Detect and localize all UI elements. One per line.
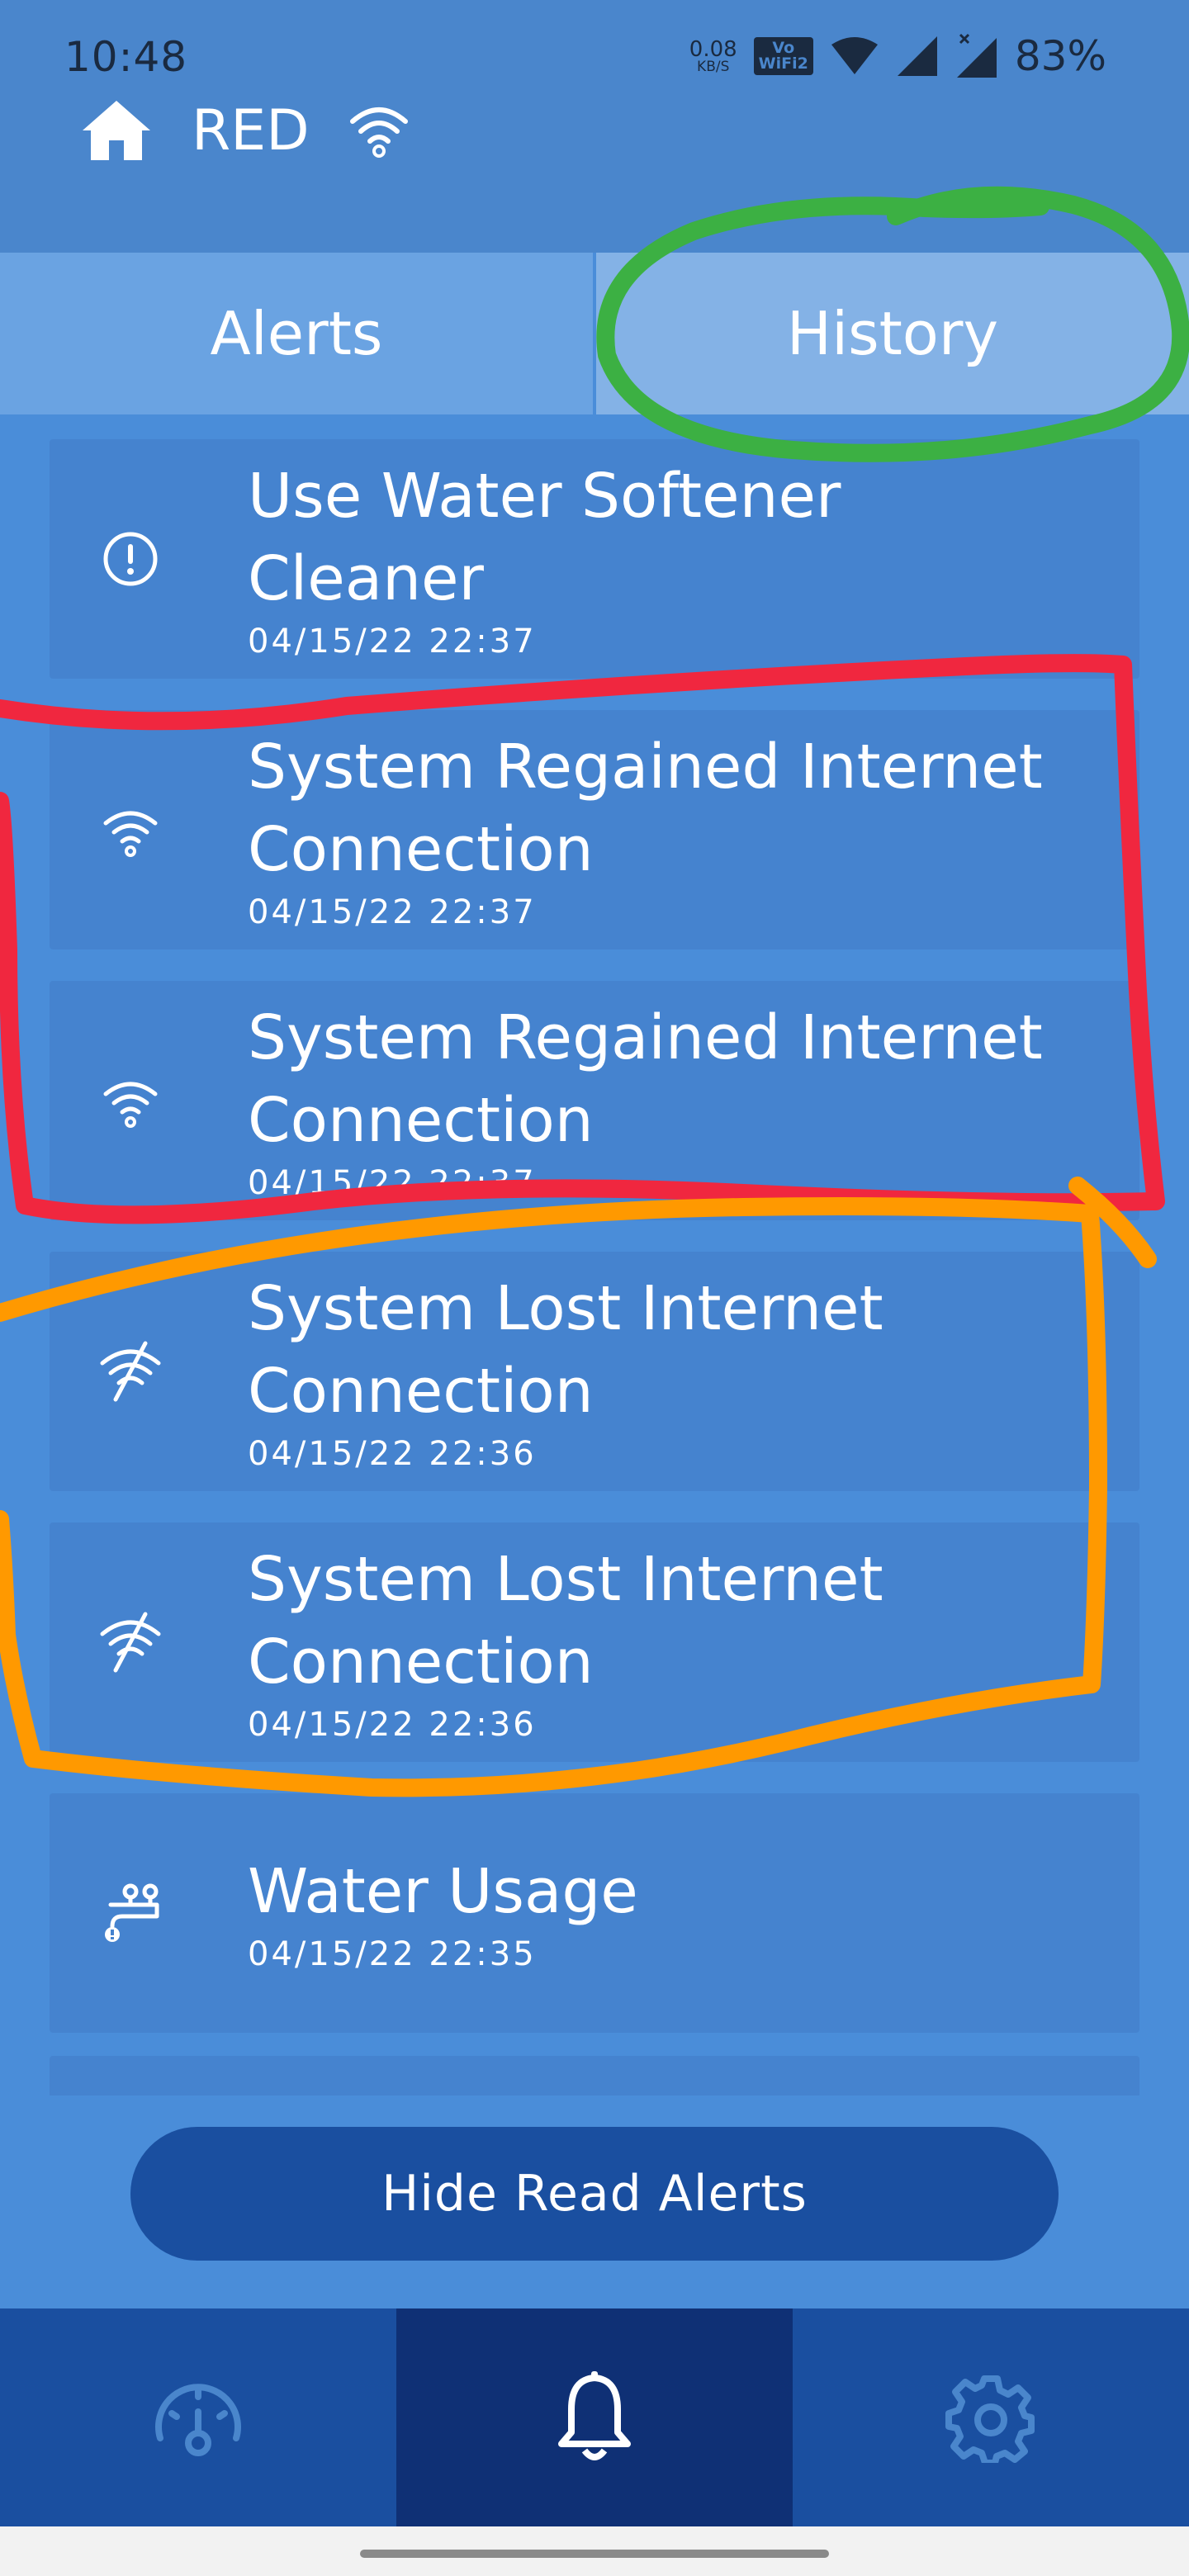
app-header: 10:48 0.08 KB/S Vo WiFi2 83% RED xyxy=(0,0,1189,253)
network-speed-unit: KB/S xyxy=(697,58,730,75)
alert-title-line1: System Regained Internet xyxy=(248,732,1043,803)
alert-date: 04/15/22 22:37 xyxy=(248,1164,537,1202)
bottom-nav xyxy=(0,2308,1189,2526)
network-speed-value: 0.08 xyxy=(689,36,737,62)
alert-card[interactable]: System Lost Internet Connection 04/15/22… xyxy=(50,1252,1139,1491)
wifi-icon xyxy=(103,1082,158,1128)
alert-title-line2: Connection xyxy=(248,1356,594,1427)
alert-date: 04/15/22 22:37 xyxy=(248,893,537,931)
tab-bar: Alerts History xyxy=(0,253,1189,414)
alert-title-line1: System Lost Internet xyxy=(248,1273,883,1344)
alert-date: 04/15/22 22:35 xyxy=(248,1935,537,1973)
battery-level: 83% xyxy=(1014,32,1106,80)
tab-alerts[interactable]: Alerts xyxy=(0,253,593,414)
alert-card-body: System Regained Internet Connection 04/1… xyxy=(248,710,1090,949)
alert-card[interactable]: Use Water Softener Cleaner 04/15/22 22:3… xyxy=(50,439,1139,679)
gauge-icon xyxy=(155,2384,241,2456)
hide-read-alerts-button[interactable]: Hide Read Alerts xyxy=(130,2127,1059,2261)
alert-title-line1: Water Usage xyxy=(248,1856,638,1927)
alert-card[interactable]: Water Usage 04/15/22 22:35 xyxy=(50,1793,1139,2033)
cell-signal-no-data-icon xyxy=(956,33,997,78)
nav-alerts[interactable] xyxy=(396,2308,793,2526)
volte-wifi-icon: Vo WiFi2 xyxy=(753,37,813,75)
tab-history[interactable]: History xyxy=(596,253,1189,414)
alert-card-partial[interactable] xyxy=(50,2056,1139,2095)
alert-title-line2: Connection xyxy=(248,1085,594,1156)
alert-title-line1: System Lost Internet xyxy=(248,1544,883,1615)
alert-card-body: Use Water Softener Cleaner 04/15/22 22:3… xyxy=(248,439,1090,679)
title-row: RED xyxy=(79,89,410,172)
alert-card-body: System Regained Internet Connection 04/1… xyxy=(248,981,1090,1220)
nav-settings[interactable] xyxy=(793,2308,1189,2526)
status-icons: 0.08 KB/S Vo WiFi2 83% xyxy=(689,31,1106,81)
bell-icon xyxy=(558,2371,631,2460)
nav-dashboard[interactable] xyxy=(0,2308,396,2526)
home-indicator[interactable] xyxy=(360,2550,829,2558)
alert-date: 04/15/22 22:36 xyxy=(248,1435,537,1473)
cell-signal-icon xyxy=(897,36,937,76)
alert-circle-icon xyxy=(103,532,158,586)
alert-title-line1: Use Water Softener xyxy=(248,461,841,532)
alert-card-body: System Lost Internet Connection 04/15/22… xyxy=(248,1252,1090,1491)
volte-line2: WiFi2 xyxy=(758,54,808,73)
wifi-signal-icon xyxy=(831,37,878,74)
wifi-off-icon xyxy=(100,1341,161,1402)
alert-date: 04/15/22 22:37 xyxy=(248,623,537,661)
alert-card-body: Water Usage 04/15/22 22:35 xyxy=(248,1793,1090,2033)
system-name: RED xyxy=(192,97,310,163)
alert-card[interactable]: System Lost Internet Connection 04/15/22… xyxy=(50,1522,1139,1762)
alert-card-body: System Lost Internet Connection 04/15/22… xyxy=(248,1522,1090,1762)
home-icon[interactable] xyxy=(79,97,154,163)
alert-card[interactable]: System Regained Internet Connection 04/1… xyxy=(50,710,1139,949)
status-time: 10:48 xyxy=(64,33,188,81)
faucet-icon xyxy=(105,1883,159,1942)
alert-title-line1: System Regained Internet xyxy=(248,1002,1043,1073)
wifi-status-icon xyxy=(349,107,408,158)
network-speed: 0.08 KB/S xyxy=(689,39,737,74)
gear-icon xyxy=(945,2375,1035,2463)
wifi-off-icon xyxy=(100,1612,161,1673)
alert-title-line2: Connection xyxy=(248,1627,594,1698)
alert-list: Use Water Softener Cleaner 04/15/22 22:3… xyxy=(50,439,1139,2064)
alert-card[interactable]: System Regained Internet Connection 04/1… xyxy=(50,981,1139,1220)
alert-title-line2: Connection xyxy=(248,814,594,885)
wifi-icon xyxy=(103,811,158,857)
alert-title-line2: Cleaner xyxy=(248,543,484,614)
alert-date: 04/15/22 22:36 xyxy=(248,1706,537,1744)
